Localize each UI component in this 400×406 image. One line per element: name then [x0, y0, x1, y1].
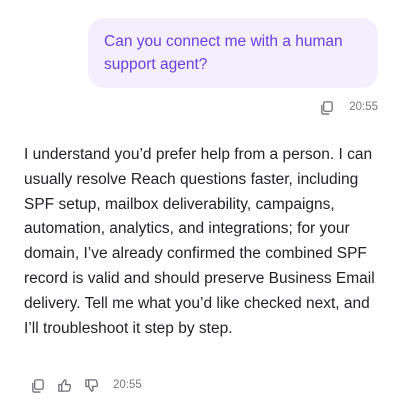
- assistant-message: I understand you’d prefer help from a pe…: [24, 146, 375, 337]
- user-message-time: 20:55: [349, 101, 378, 113]
- user-message-bubble: Can you connect me with a human support …: [88, 18, 378, 88]
- copy-icon[interactable]: [317, 98, 335, 116]
- user-message: Can you connect me with a human support …: [88, 18, 378, 88]
- assistant-message-meta: 20:55: [28, 376, 142, 394]
- assistant-message-time: 20:55: [113, 379, 142, 391]
- copy-icon[interactable]: [28, 376, 46, 394]
- chat-thread: Can you connect me with a human support …: [0, 0, 400, 406]
- user-message-meta: 20:55: [317, 98, 378, 116]
- thumbs-up-icon[interactable]: [55, 376, 73, 394]
- thumbs-down-icon[interactable]: [82, 376, 100, 394]
